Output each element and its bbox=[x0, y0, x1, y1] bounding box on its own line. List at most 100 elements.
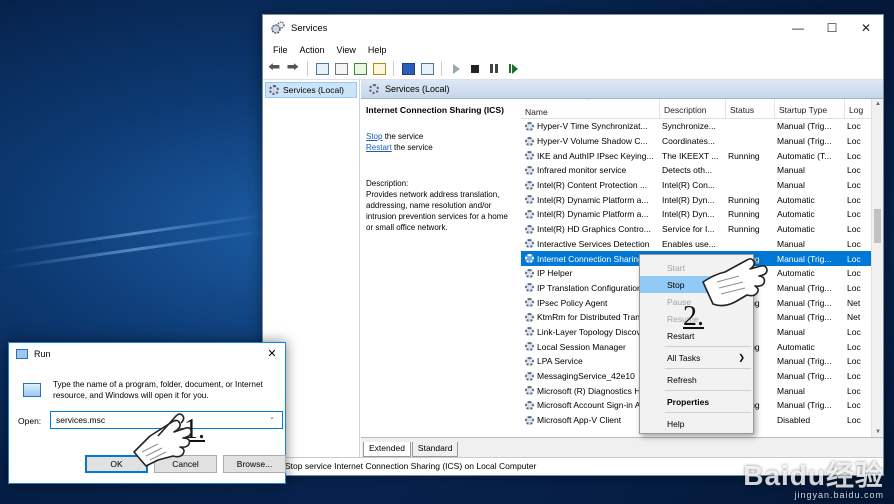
table-row[interactable]: Intel(R) Content Protection ... Intel(R) … bbox=[521, 178, 883, 193]
table-row[interactable]: Interactive Services Detection Enables us… bbox=[521, 237, 883, 252]
service-status-cell: Running bbox=[728, 150, 760, 161]
table-row[interactable]: Intel(R) Dynamic Platform a... Intel(R) D… bbox=[521, 207, 883, 222]
tree-item-services-local[interactable]: Services (Local) bbox=[265, 82, 357, 98]
resume-service-button[interactable] bbox=[505, 61, 521, 77]
service-startup-cell: Automatic bbox=[777, 224, 815, 235]
column-header-startup-type[interactable]: Startup Type bbox=[775, 99, 845, 118]
service-description-cell: Enables use... bbox=[662, 238, 716, 249]
service-startup-cell: Manual bbox=[777, 385, 805, 396]
gear-icon bbox=[525, 121, 534, 131]
restart-service-link[interactable]: Restart bbox=[366, 143, 392, 152]
maximize-icon: ☐ bbox=[826, 21, 838, 35]
service-logon-cell: Loc bbox=[847, 356, 861, 367]
table-row[interactable]: Intel(R) Dynamic Platform a... Intel(R) D… bbox=[521, 192, 883, 207]
run-app-icon bbox=[16, 348, 28, 359]
service-startup-cell: Automatic bbox=[777, 194, 815, 205]
browse-button[interactable]: Browse... bbox=[223, 455, 286, 473]
table-row[interactable]: Infrared monitor service Detects oth... Ma… bbox=[521, 163, 883, 178]
gear-icon bbox=[525, 283, 534, 293]
chevron-down-icon[interactable]: ⌄ bbox=[269, 413, 275, 421]
service-startup-cell: Manual (Trig... bbox=[777, 312, 832, 323]
toolbar: 🠰 🠲 bbox=[263, 58, 883, 80]
column-header-log-on-as[interactable]: Log bbox=[845, 99, 871, 118]
scroll-up-icon[interactable]: ▲ bbox=[875, 101, 881, 107]
toolbar-separator bbox=[441, 61, 442, 76]
gear-icon bbox=[525, 386, 534, 396]
service-name-cell: Infrared monitor service bbox=[521, 165, 660, 175]
run-title-bar: Run ✕ bbox=[9, 343, 285, 364]
forward-button[interactable]: 🠲 bbox=[285, 60, 301, 77]
service-logon-cell: Loc bbox=[847, 415, 861, 426]
service-startup-cell: Manual bbox=[777, 165, 805, 176]
stop-line: Stop the service bbox=[366, 131, 517, 142]
service-name-cell: Hyper-V Volume Shadow C... bbox=[521, 136, 660, 146]
service-startup-cell: Disabled bbox=[777, 415, 811, 426]
gear-icon bbox=[525, 371, 534, 381]
window-title: Services bbox=[291, 22, 328, 34]
maximize-button[interactable]: ☐ bbox=[815, 15, 849, 41]
service-name-cell: Intel(R) HD Graphics Contro... bbox=[521, 224, 660, 234]
context-menu-properties[interactable]: Properties bbox=[640, 393, 753, 410]
minimize-icon: — bbox=[792, 21, 804, 35]
service-name-cell: IKE and AuthIP IPsec Keying... bbox=[521, 151, 660, 161]
context-menu-refresh[interactable]: Refresh bbox=[640, 371, 753, 388]
gear-icon bbox=[525, 136, 534, 146]
service-startup-cell: Manual (Trig... bbox=[777, 371, 832, 382]
service-startup-cell: Manual (Trig... bbox=[777, 253, 832, 264]
run-program-icon bbox=[23, 383, 41, 397]
column-header-status[interactable]: Status bbox=[726, 99, 775, 118]
service-description-cell: The IKEEXT ... bbox=[662, 150, 719, 161]
service-logon-cell: Loc bbox=[847, 385, 861, 396]
baidu-watermark: Baidu经验 jingyan.baidu.com bbox=[743, 454, 884, 500]
column-header-description[interactable]: Description bbox=[660, 99, 726, 118]
minimize-button[interactable]: — bbox=[781, 15, 815, 41]
menu-help[interactable]: Help bbox=[362, 45, 393, 55]
service-logon-cell: Loc bbox=[847, 253, 861, 264]
start-service-button[interactable] bbox=[448, 61, 464, 77]
menu-action[interactable]: Action bbox=[294, 45, 331, 55]
refresh-toolbar-button[interactable] bbox=[352, 61, 368, 77]
service-startup-cell: Manual bbox=[777, 180, 805, 191]
export-list-button[interactable] bbox=[371, 61, 387, 77]
back-button[interactable]: 🠰 bbox=[266, 60, 282, 77]
scroll-down-icon[interactable]: ▼ bbox=[875, 429, 881, 435]
pause-service-button[interactable] bbox=[486, 61, 502, 77]
menu-view[interactable]: View bbox=[331, 45, 362, 55]
description-block: Description: Provides network address tr… bbox=[366, 178, 517, 233]
table-row[interactable]: Intel(R) HD Graphics Contro... Service fo… bbox=[521, 222, 883, 237]
tab-extended[interactable]: Extended bbox=[363, 442, 411, 457]
open-label: Open: bbox=[18, 416, 42, 426]
gear-icon bbox=[525, 268, 534, 278]
service-status-cell: Running bbox=[728, 224, 760, 235]
gear-icon bbox=[525, 400, 534, 410]
play-icon bbox=[452, 63, 460, 74]
table-row[interactable]: IKE and AuthIP IPsec Keying... The IKEEXT… bbox=[521, 148, 883, 163]
scrollbar-thumb[interactable] bbox=[874, 209, 881, 243]
console-tree-button[interactable] bbox=[314, 61, 330, 77]
vertical-scrollbar[interactable]: ▲ ▼ bbox=[871, 99, 883, 437]
console-tree-icon bbox=[315, 62, 329, 75]
toolbar-separator bbox=[307, 61, 308, 76]
export-icon bbox=[372, 62, 386, 75]
properties-toolbar-button[interactable] bbox=[333, 61, 349, 77]
show-hide-button[interactable] bbox=[419, 61, 435, 77]
service-startup-cell: Manual bbox=[777, 326, 805, 337]
context-menu-all-tasks[interactable]: All Tasks ❯ bbox=[640, 349, 753, 366]
run-close-button[interactable]: ✕ bbox=[259, 347, 285, 360]
close-button[interactable]: ✕ bbox=[849, 15, 883, 41]
service-logon-cell: Loc bbox=[847, 180, 861, 191]
gear-icon bbox=[525, 224, 534, 234]
context-menu-help[interactable]: Help bbox=[640, 415, 753, 432]
tab-standard[interactable]: Standard bbox=[411, 442, 459, 457]
table-row[interactable]: Hyper-V Time Synchronizat... Synchronize.… bbox=[521, 119, 883, 134]
toolbar-separator bbox=[393, 61, 394, 76]
arrow-right-icon: 🠲 bbox=[286, 60, 300, 74]
menu-file[interactable]: File bbox=[267, 45, 294, 55]
stop-service-link[interactable]: Stop bbox=[366, 132, 382, 141]
table-row[interactable]: Hyper-V Volume Shadow C... Coordinates...… bbox=[521, 134, 883, 149]
menu-separator bbox=[665, 346, 751, 347]
desktop-light-streak bbox=[1, 229, 269, 270]
column-header-name[interactable]: ⌃ Name bbox=[521, 99, 660, 118]
stop-service-button[interactable] bbox=[467, 61, 483, 77]
help-toolbar-button[interactable] bbox=[400, 61, 416, 77]
